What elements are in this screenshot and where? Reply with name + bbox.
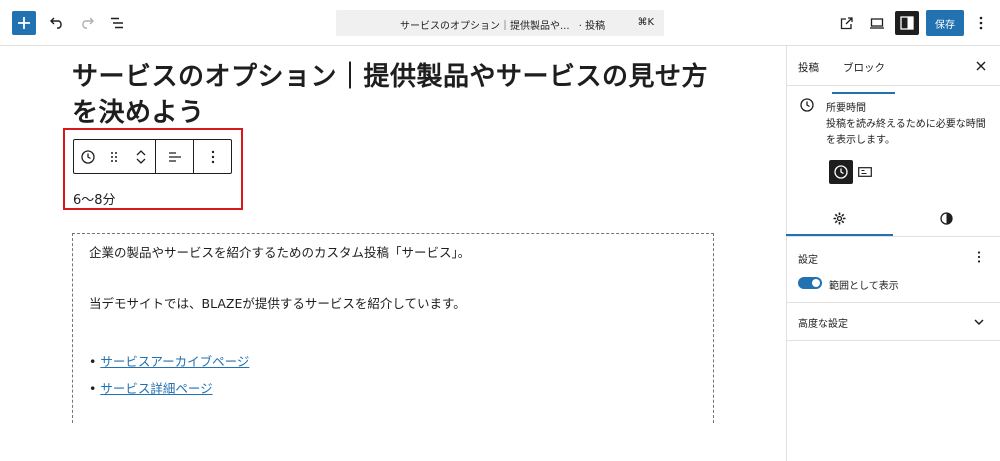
clock-icon	[834, 165, 848, 179]
list-item: • サービス詳細ページ	[89, 381, 213, 396]
divider	[787, 302, 1000, 303]
undo-button[interactable]	[46, 12, 68, 34]
view-post-button[interactable]	[835, 12, 857, 34]
list-view-icon	[111, 17, 123, 29]
divider	[787, 236, 1000, 237]
divider	[787, 340, 1000, 341]
block-toolbar	[73, 139, 232, 174]
active-tab-indicator	[832, 92, 895, 94]
settings-panel-title: 設定	[798, 255, 818, 266]
post-content-block[interactable]: 企業の製品やサービスを紹介するためのカスタム投稿「サービス」。 当デモサイトでは…	[72, 233, 714, 423]
block-icon	[799, 97, 815, 113]
align-button[interactable]	[156, 140, 194, 173]
block-name: 所要時間	[826, 103, 866, 114]
text-badge-icon	[858, 167, 872, 177]
style-text-variant[interactable]	[856, 164, 874, 180]
divider	[787, 85, 1000, 86]
post-title[interactable]: サービスのオプション｜提供製品やサービスの見せ方を決めよう	[72, 58, 722, 130]
clock-icon	[800, 98, 814, 112]
block-options-button[interactable]	[194, 140, 231, 173]
list-item: • サービスアーカイブページ	[89, 354, 250, 369]
command-palette-bar[interactable]: サービスのオプション｜提供製品や... · 投稿 ⌘K	[336, 10, 664, 36]
detail-page-link[interactable]: サービス詳細ページ	[100, 381, 212, 396]
more-vertical-icon	[977, 251, 981, 263]
align-left-icon	[168, 151, 181, 162]
settings-sidebar	[786, 46, 1000, 461]
paragraph[interactable]: 当デモサイトでは、BLAZEが提供するサービスを紹介しています。	[89, 293, 466, 312]
style-icon-variant[interactable]	[829, 160, 853, 184]
paragraph[interactable]: 企業の製品やサービスを紹介するためのカスタム投稿「サービス」。	[89, 242, 470, 261]
gear-icon	[833, 212, 846, 224]
redo-button[interactable]	[76, 12, 98, 34]
close-icon	[976, 61, 986, 71]
tab-post[interactable]: 投稿	[798, 60, 819, 75]
editor-top-bar: サービスのオプション｜提供製品や... · 投稿 ⌘K 保存	[0, 0, 1000, 46]
tab-block[interactable]: ブロック	[843, 60, 885, 75]
block-type-button[interactable]	[74, 140, 102, 173]
save-button[interactable]: 保存	[926, 10, 964, 36]
clock-icon	[81, 149, 95, 164]
chevron-up-icon[interactable]	[136, 149, 146, 157]
preview-button[interactable]	[866, 12, 888, 34]
chevron-down-icon[interactable]	[136, 157, 146, 165]
command-post-type: · 投稿	[578, 21, 606, 32]
chevron-down-icon	[974, 318, 984, 325]
more-vertical-icon	[979, 16, 983, 30]
plus-icon	[18, 17, 30, 29]
drag-handle[interactable]	[102, 140, 126, 173]
document-overview-button[interactable]	[106, 12, 128, 34]
more-vertical-icon	[211, 150, 214, 163]
settings-options-button[interactable]	[971, 249, 987, 265]
tab-styles[interactable]	[893, 204, 1000, 232]
advanced-settings-title[interactable]: 高度な設定	[798, 315, 848, 330]
sidebar-icon	[900, 16, 914, 30]
undo-icon	[50, 17, 62, 29]
close-sidebar-button[interactable]	[972, 57, 990, 75]
drag-handle-icon	[111, 151, 117, 162]
options-menu-button[interactable]	[972, 12, 990, 34]
redo-icon	[82, 17, 94, 29]
add-block-button[interactable]	[12, 11, 36, 35]
range-toggle-label: 範囲として表示	[829, 281, 899, 292]
advanced-toggle-button[interactable]	[971, 314, 987, 330]
settings-sidebar-toggle[interactable]	[895, 11, 919, 35]
tab-settings[interactable]	[786, 204, 893, 232]
external-link-icon	[840, 16, 853, 29]
block-description: 投稿を読み終えるために必要な時間を表示します。	[826, 119, 986, 146]
reading-time-value[interactable]: 6〜8分	[73, 189, 116, 208]
range-toggle[interactable]	[798, 277, 822, 289]
desktop-icon	[870, 17, 884, 29]
move-block-buttons[interactable]	[126, 140, 156, 173]
archive-page-link[interactable]: サービスアーカイブページ	[100, 354, 249, 369]
command-shortcut: ⌘K	[637, 17, 654, 28]
command-post-title: サービスのオプション｜提供製品や...	[400, 21, 570, 32]
contrast-icon	[940, 211, 953, 225]
